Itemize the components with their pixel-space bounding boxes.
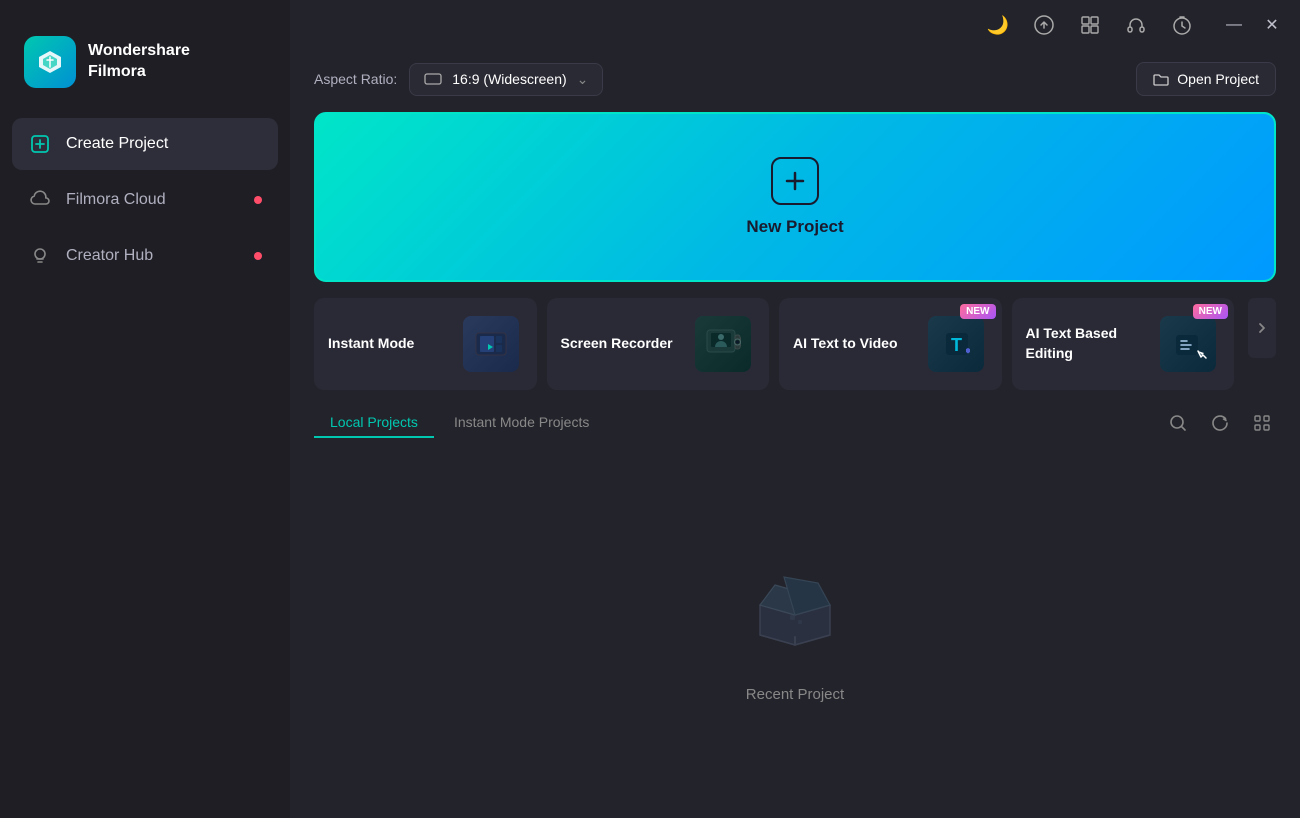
aspect-left: Aspect Ratio: 16:9 (Widescreen) ⌄ [314, 63, 603, 96]
search-icon-button[interactable] [1164, 409, 1192, 437]
sidebar: Wondershare Filmora Create Project Filmo… [0, 0, 290, 818]
aspect-bar: Aspect Ratio: 16:9 (Widescreen) ⌄ Open P… [314, 50, 1276, 112]
main-content: 🌙 [290, 0, 1300, 818]
app-logo-icon [24, 36, 76, 88]
projects-tabs: Local Projects Instant Mode Projects [314, 408, 1276, 438]
filmora-cloud-dot [254, 196, 262, 204]
ai-text-editing-icon [1156, 312, 1220, 376]
screen-recorder-icon [691, 312, 755, 376]
instant-mode-icon [459, 312, 523, 376]
empty-state-label: Recent Project [746, 686, 844, 703]
ai-text-video-new-badge: NEW [960, 304, 995, 319]
empty-state: Recent Project [314, 454, 1276, 798]
upload-icon[interactable] [1030, 11, 1058, 39]
close-button[interactable]: ✕ [1260, 13, 1284, 37]
feature-card-instant-mode[interactable]: Instant Mode [314, 298, 537, 390]
sidebar-item-create-project[interactable]: Create Project [12, 118, 278, 170]
create-project-icon [28, 132, 52, 156]
ai-text-editing-new-badge: NEW [1193, 304, 1228, 319]
open-project-label: Open Project [1177, 71, 1259, 87]
view-toggle-icon-button[interactable] [1248, 409, 1276, 437]
feature-card-ai-text-video[interactable]: NEW AI Text to Video T [779, 298, 1002, 390]
sidebar-nav: Create Project Filmora Cloud Creator Hub [0, 118, 290, 282]
ai-text-editing-label: AI Text Based Editing [1026, 324, 1157, 363]
new-project-plus-icon [771, 157, 819, 205]
feature-cards-row: Instant Mode Screen Recorder [314, 298, 1276, 390]
title-bar: 🌙 [290, 0, 1300, 50]
aspect-ratio-select[interactable]: 16:9 (Widescreen) ⌄ [409, 63, 603, 96]
tab-instant-mode-projects[interactable]: Instant Mode Projects [438, 408, 605, 438]
content-area: Aspect Ratio: 16:9 (Widescreen) ⌄ Open P… [290, 50, 1300, 818]
sidebar-label-filmora-cloud: Filmora Cloud [66, 191, 166, 209]
empty-box-icon [735, 550, 855, 670]
tabs-left: Local Projects Instant Mode Projects [314, 408, 605, 438]
bulb-icon [28, 244, 52, 268]
tab-local-projects[interactable]: Local Projects [314, 408, 434, 438]
more-cards-button[interactable] [1248, 298, 1276, 358]
ai-text-video-label: AI Text to Video [793, 334, 924, 354]
aspect-chevron-icon: ⌄ [577, 71, 589, 88]
open-project-button[interactable]: Open Project [1136, 62, 1276, 96]
aspect-ratio-label: Aspect Ratio: [314, 71, 397, 87]
new-project-label: New Project [746, 217, 843, 237]
svg-text:T: T [951, 335, 962, 355]
window-controls: — ✕ [1222, 13, 1284, 37]
instant-mode-label: Instant Mode [328, 334, 459, 354]
logo-text: Wondershare Filmora [88, 41, 190, 83]
feature-card-screen-recorder[interactable]: Screen Recorder [547, 298, 770, 390]
screen-recorder-label: Screen Recorder [561, 334, 692, 354]
grid-icon[interactable] [1076, 11, 1104, 39]
new-project-banner[interactable]: New Project [314, 112, 1276, 282]
app-name: Wondershare [88, 41, 190, 62]
cloud-icon [28, 188, 52, 212]
sidebar-label-create-project: Create Project [66, 135, 168, 153]
clock-icon[interactable]: 🌙 [984, 11, 1012, 39]
aspect-ratio-value: 16:9 (Widescreen) [452, 71, 566, 87]
sidebar-item-filmora-cloud[interactable]: Filmora Cloud [12, 174, 278, 226]
minimize-button[interactable]: — [1222, 13, 1246, 37]
refresh-icon-button[interactable] [1206, 409, 1234, 437]
tabs-right [1164, 409, 1276, 437]
app-subtitle: Filmora [88, 62, 190, 83]
sidebar-item-creator-hub[interactable]: Creator Hub [12, 230, 278, 282]
headset-icon[interactable] [1122, 11, 1150, 39]
ai-text-video-icon: T [924, 312, 988, 376]
sidebar-label-creator-hub: Creator Hub [66, 247, 153, 265]
creator-hub-dot [254, 252, 262, 260]
logo-area: Wondershare Filmora [0, 20, 290, 118]
feature-card-ai-text-editing[interactable]: NEW AI Text Based Editing [1012, 298, 1235, 390]
timer-icon[interactable] [1168, 11, 1196, 39]
